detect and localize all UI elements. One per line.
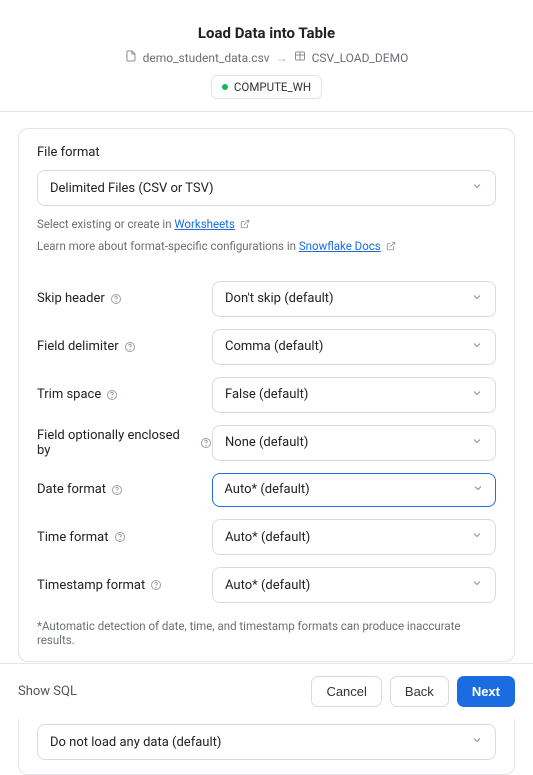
cancel-button[interactable]: Cancel	[311, 676, 381, 707]
label-field-delimiter: Field delimiter	[37, 339, 119, 354]
snowflake-docs-link[interactable]: Snowflake Docs	[299, 239, 381, 253]
label-skip-header: Skip header	[37, 291, 105, 306]
info-icon[interactable]	[106, 389, 118, 401]
info-icon[interactable]	[200, 437, 212, 449]
skip-header-select[interactable]: Don't skip (default)	[212, 281, 496, 317]
label-field-enclosed: Field optionally enclosed by	[37, 428, 195, 458]
info-icon[interactable]	[114, 531, 126, 543]
external-link-icon	[240, 218, 250, 232]
field-enclosed-select[interactable]: None (default)	[212, 425, 496, 461]
format-options: Skip header Don't skip (default) Field d…	[37, 275, 496, 610]
chevron-down-icon	[471, 577, 483, 593]
status-dot-icon	[222, 84, 228, 90]
file-icon	[125, 50, 137, 65]
time-format-select[interactable]: Auto* (default)	[212, 519, 496, 555]
table-icon	[294, 50, 306, 65]
back-button[interactable]: Back	[390, 676, 449, 707]
auto-note: *Automatic detection of date, time, and …	[37, 619, 496, 647]
row-field-delimiter: Field delimiter Comma (default)	[37, 323, 496, 371]
helper-text-docs: Learn more about format-specific configu…	[37, 238, 496, 256]
file-format-card: File format Delimited Files (CSV or TSV)…	[18, 128, 515, 662]
file-format-label: File format	[37, 145, 496, 160]
arrow-icon: →	[276, 51, 288, 65]
row-time-format: Time format Auto* (default)	[37, 513, 496, 561]
file-format-select[interactable]: Delimited Files (CSV or TSV)	[37, 170, 496, 206]
error-handling-select[interactable]: Do not load any data (default)	[37, 724, 496, 760]
dialog-footer: Show SQL Cancel Back Next	[0, 663, 533, 719]
row-skip-header: Skip header Don't skip (default)	[37, 275, 496, 323]
field-delimiter-select[interactable]: Comma (default)	[212, 329, 496, 365]
target-table: CSV_LOAD_DEMO	[312, 51, 409, 65]
row-timestamp-format: Timestamp format Auto* (default)	[37, 561, 496, 609]
label-date-format: Date format	[37, 482, 106, 497]
worksheets-link[interactable]: Worksheets	[174, 217, 234, 231]
breadcrumb: demo_student_data.csv → CSV_LOAD_DEMO	[16, 50, 517, 65]
chevron-down-icon	[471, 339, 483, 355]
label-time-format: Time format	[37, 530, 109, 545]
info-icon[interactable]	[110, 293, 122, 305]
info-icon[interactable]	[124, 341, 136, 353]
chevron-down-icon	[471, 529, 483, 545]
helper-text-create: Select existing or create in Worksheets	[37, 216, 496, 234]
timestamp-format-select[interactable]: Auto* (default)	[212, 567, 496, 603]
file-format-value: Delimited Files (CSV or TSV)	[50, 181, 214, 196]
row-field-enclosed: Field optionally enclosed by None (defau…	[37, 419, 496, 467]
date-format-select[interactable]: Auto* (default)	[212, 473, 496, 508]
row-date-format: Date format Auto* (default)	[37, 467, 496, 514]
chevron-down-icon	[471, 180, 483, 196]
dialog-header: Load Data into Table demo_student_data.c…	[0, 0, 533, 112]
warehouse-name: COMPUTE_WH	[234, 80, 311, 94]
chevron-down-icon	[471, 734, 483, 750]
info-icon[interactable]	[111, 484, 123, 496]
chevron-down-icon	[472, 482, 484, 498]
row-trim-space: Trim space False (default)	[37, 371, 496, 419]
page-title: Load Data into Table	[16, 24, 517, 42]
source-file: demo_student_data.csv	[143, 51, 270, 65]
trim-space-select[interactable]: False (default)	[212, 377, 496, 413]
info-icon[interactable]	[150, 579, 162, 591]
show-sql-link[interactable]: Show SQL	[18, 684, 77, 699]
chevron-down-icon	[471, 435, 483, 451]
next-button[interactable]: Next	[457, 676, 515, 707]
chevron-down-icon	[471, 291, 483, 307]
label-trim-space: Trim space	[37, 387, 101, 402]
label-timestamp-format: Timestamp format	[37, 578, 145, 593]
external-link-icon	[386, 240, 396, 254]
chevron-down-icon	[471, 387, 483, 403]
warehouse-selector[interactable]: COMPUTE_WH	[211, 75, 322, 99]
